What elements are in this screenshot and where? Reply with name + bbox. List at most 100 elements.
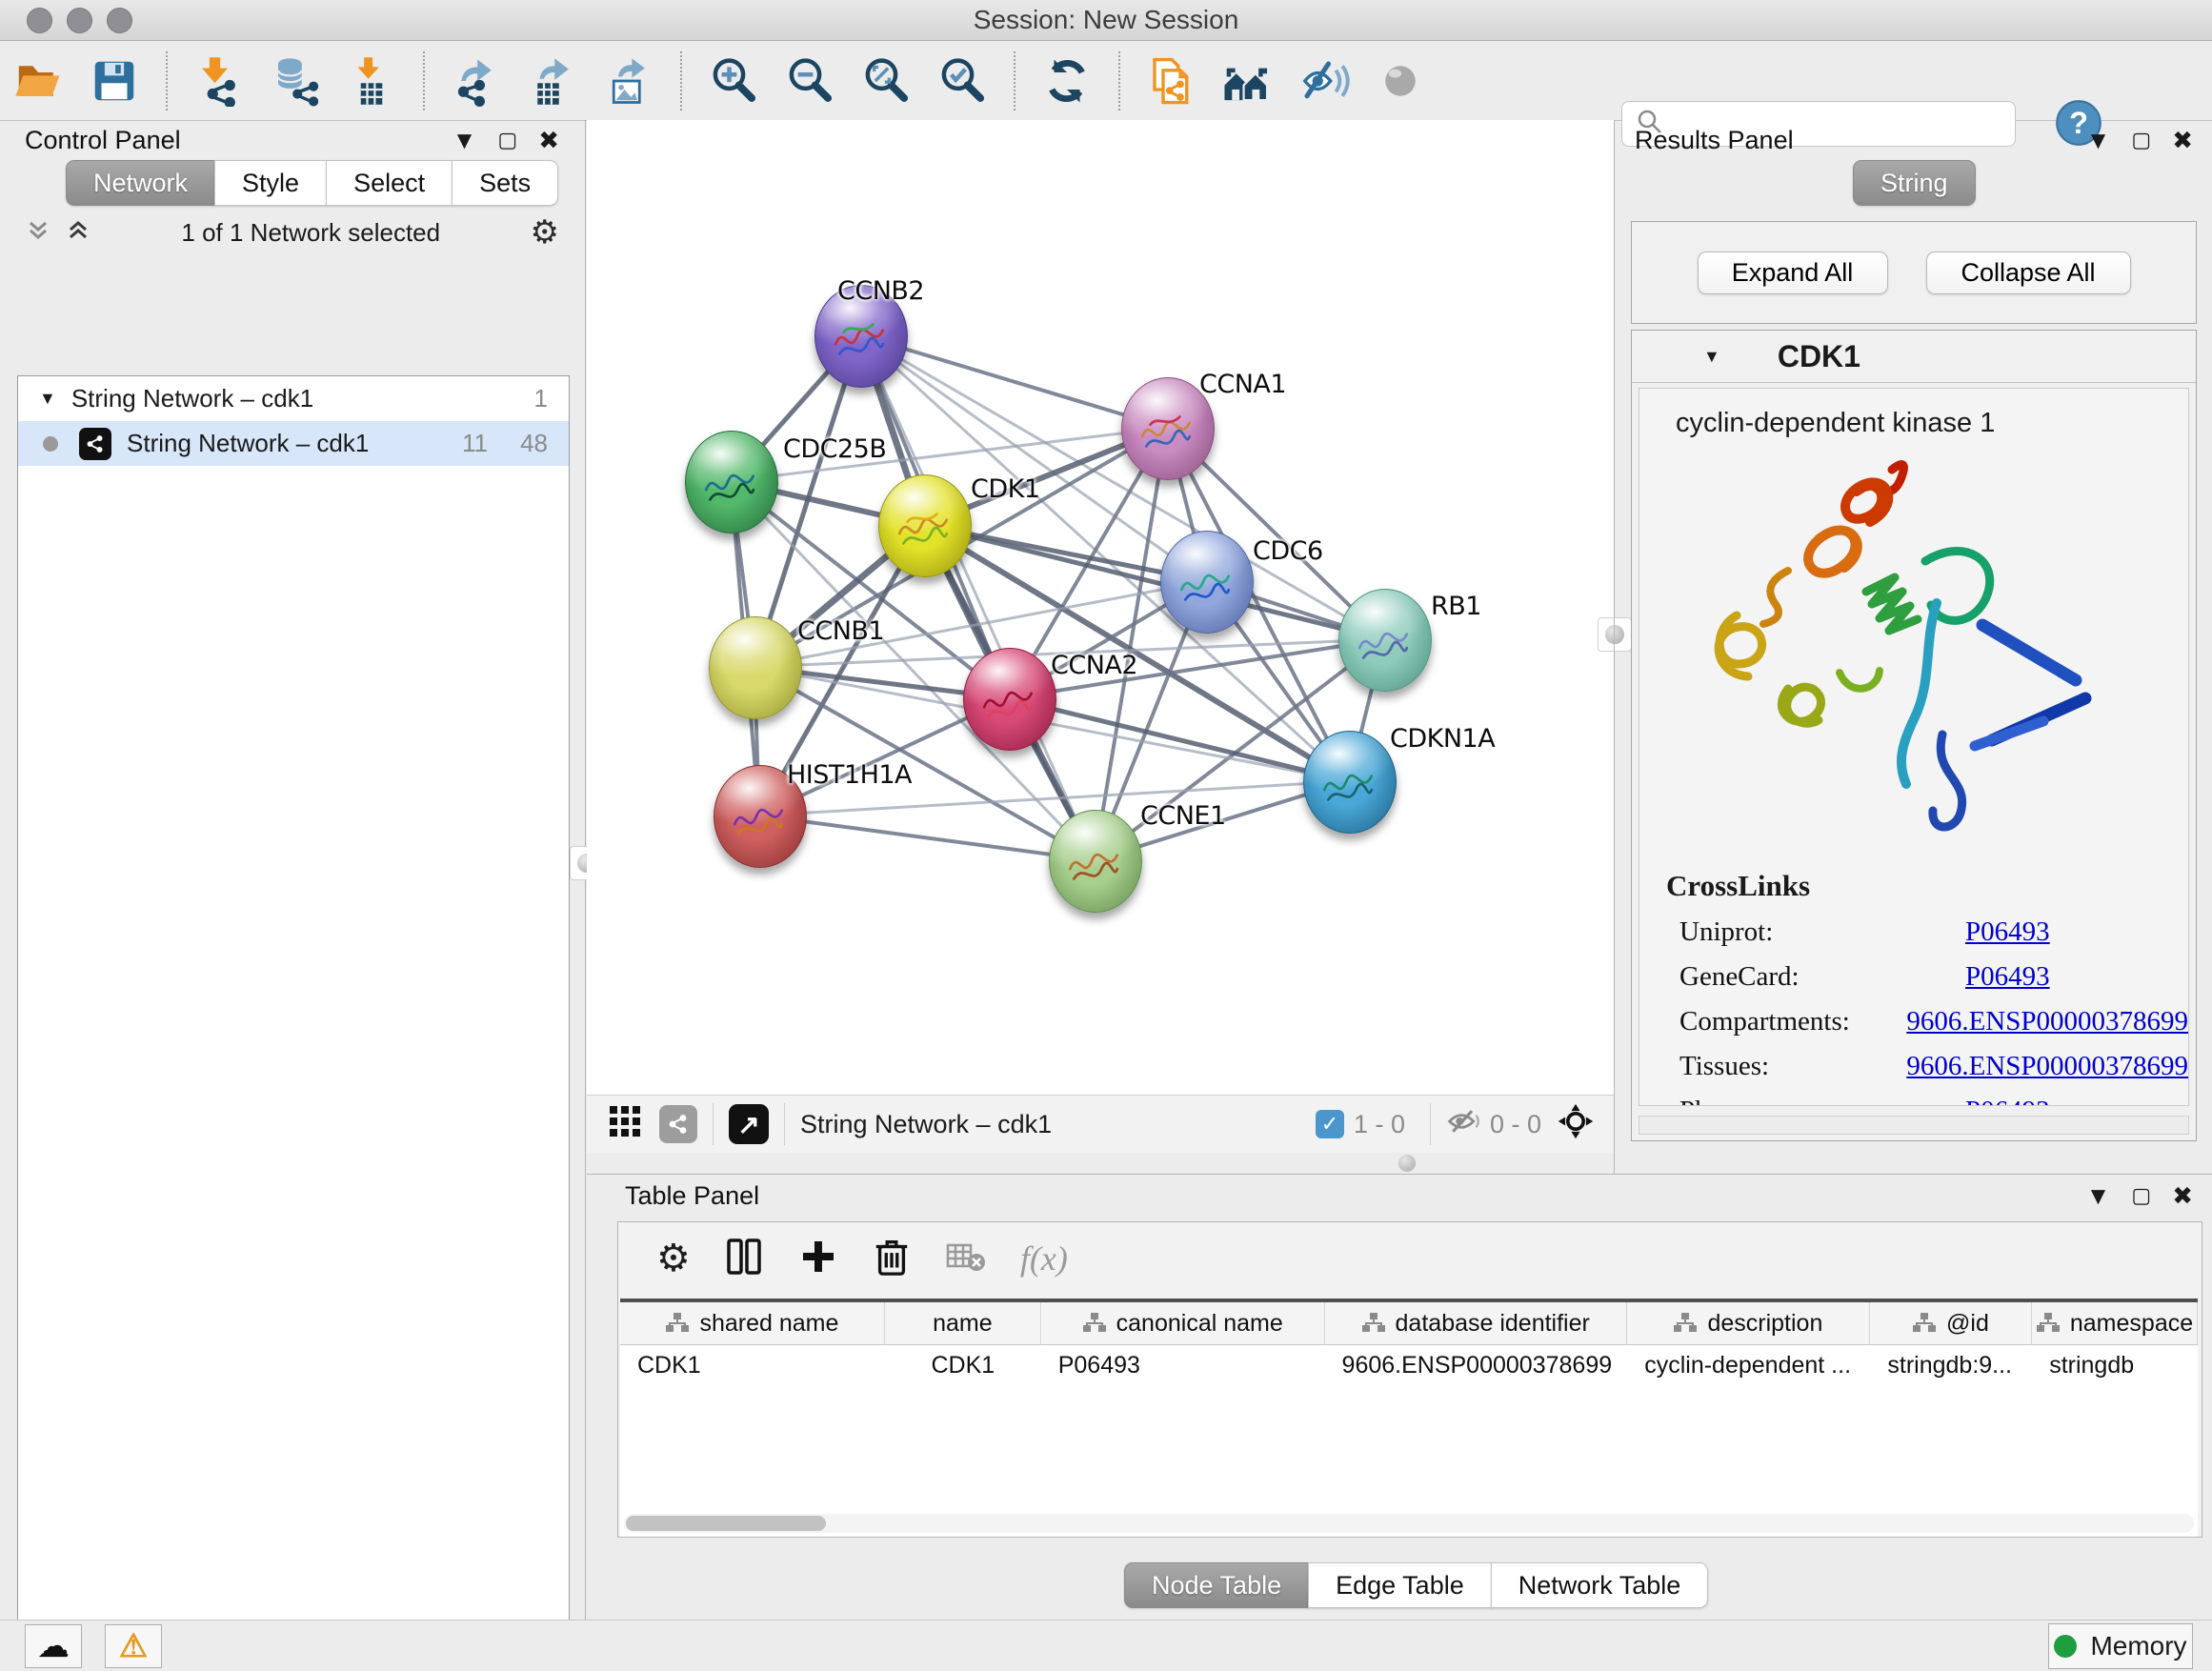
selected-checkbox-icon[interactable]: ✓ <box>1316 1110 1344 1138</box>
splitter-handle[interactable] <box>1398 1155 1416 1172</box>
tab-node-table[interactable]: Node Table <box>1124 1562 1309 1608</box>
panel-menu-icon[interactable]: ▼ <box>2086 1181 2111 1211</box>
show-columns-icon[interactable] <box>723 1236 765 1282</box>
node-CDKN1A[interactable] <box>1303 731 1397 834</box>
column-tree-icon <box>1912 1312 1937 1335</box>
show-all-icon[interactable] <box>1371 51 1430 111</box>
crosslink-link[interactable]: P06493 <box>1965 961 2050 993</box>
column-tree-icon <box>2036 1312 2061 1335</box>
export-table-icon[interactable] <box>523 51 582 111</box>
open-session-icon[interactable] <box>9 51 68 111</box>
panel-close-icon[interactable]: ✖ <box>2172 1181 2193 1211</box>
import-table-icon[interactable] <box>342 51 401 111</box>
expand-all-button[interactable]: Expand All <box>1698 252 1888 294</box>
fit-content-crosshair-icon[interactable] <box>1557 1102 1595 1147</box>
crosslink-link[interactable]: 9606.ENSP00000378699 <box>1906 1051 2188 1082</box>
refresh-icon[interactable] <box>1037 51 1096 111</box>
copy-network-icon[interactable] <box>1142 51 1201 111</box>
first-neighbors-icon[interactable] <box>1218 51 1277 111</box>
column-header--id[interactable]: @id <box>1870 1302 2032 1344</box>
network-options-gear-icon[interactable]: ⚙ <box>531 213 559 252</box>
control-panel-title: Control Panel <box>25 126 181 155</box>
column-header-shared-name[interactable]: shared name <box>620 1302 885 1344</box>
node-CCNE1[interactable] <box>1049 810 1142 913</box>
tab-network-table[interactable]: Network Table <box>1491 1562 1709 1608</box>
zoom-selected-icon[interactable] <box>933 51 992 111</box>
table-hscrollbar[interactable] <box>624 1514 2194 1533</box>
open-in-window-icon[interactable]: ↗ <box>729 1104 769 1144</box>
panel-close-icon[interactable]: ✖ <box>538 126 559 155</box>
node-CDC25B[interactable] <box>685 431 778 534</box>
network-row[interactable]: String Network – cdk1 11 48 <box>18 421 569 466</box>
expand-all-tree-icon[interactable] <box>65 217 91 249</box>
tab-style[interactable]: Style <box>214 160 327 206</box>
table-settings-gear-icon[interactable]: ⚙ <box>656 1237 691 1280</box>
column-tree-icon <box>1082 1312 1107 1335</box>
export-image-icon[interactable] <box>599 51 658 111</box>
node-CDK1[interactable] <box>878 474 972 577</box>
panel-close-icon[interactable]: ✖ <box>2172 126 2193 155</box>
table-hscrollbar-thumb[interactable] <box>626 1516 826 1531</box>
tab-edge-table[interactable]: Edge Table <box>1308 1562 1492 1608</box>
memory-button[interactable]: Memory <box>2048 1623 2193 1669</box>
network-share-icon[interactable] <box>659 1105 697 1143</box>
selected-node-edge-counts: 1 - 0 <box>1354 1110 1405 1139</box>
toolbar-separator <box>1014 51 1016 111</box>
column-header-description[interactable]: description <box>1627 1302 1870 1344</box>
node-label-CCNA1: CCNA1 <box>1199 370 1286 399</box>
network-row-label: String Network – cdk1 <box>127 429 462 458</box>
collapse-all-tree-icon[interactable] <box>25 217 51 249</box>
column-header-namespace[interactable]: namespace <box>2032 1302 2198 1344</box>
table-row[interactable]: CDK1CDK1P064939606.ENSP00000378699cyclin… <box>620 1345 2198 1385</box>
network-type-icon <box>79 428 111 460</box>
node-RB1[interactable] <box>1338 589 1432 692</box>
tab-select[interactable]: Select <box>326 160 452 206</box>
node-CDC6[interactable] <box>1160 531 1254 634</box>
tab-network[interactable]: Network <box>66 160 215 206</box>
zoom-in-icon[interactable] <box>704 51 763 111</box>
network-canvas[interactable]: CCNB2CCNA1CDC25BCDK1CDC6RB1CCNB1CCNA2CDK… <box>587 120 1614 1095</box>
panel-float-icon[interactable]: ▢ <box>2131 1183 2151 1208</box>
network-collection-row[interactable]: ▼ String Network – cdk1 1 <box>18 376 569 421</box>
add-column-icon[interactable] <box>797 1236 839 1282</box>
protein-glyph-CCNA1 <box>1136 403 1196 462</box>
column-tree-icon <box>665 1312 690 1335</box>
horizontal-splitter[interactable] <box>587 1153 1614 1174</box>
import-database-icon[interactable] <box>266 51 325 111</box>
table-header-row: shared name name canonical namedatabase id… <box>620 1302 2198 1345</box>
column-header-name[interactable]: name <box>885 1302 1041 1344</box>
panel-menu-icon[interactable]: ▼ <box>452 126 477 155</box>
panel-float-icon[interactable]: ▢ <box>497 128 517 152</box>
entry-header[interactable]: ▼ CDK1 <box>1632 331 2196 383</box>
zoom-fit-icon[interactable] <box>856 51 915 111</box>
node-CCNB1[interactable] <box>709 616 802 719</box>
birds-eye-grid-icon[interactable] <box>608 1104 642 1145</box>
crosslink-label: Tissues: <box>1679 1051 1906 1082</box>
warnings-button[interactable]: ⚠ <box>105 1624 162 1668</box>
window-title: Session: New Session <box>0 0 2212 40</box>
panel-menu-icon[interactable]: ▼ <box>2086 126 2111 155</box>
node-CCNA2[interactable] <box>963 648 1056 751</box>
export-network-icon[interactable] <box>447 51 506 111</box>
tab-sets[interactable]: Sets <box>452 160 558 206</box>
crosslink-label: Pharos: <box>1679 1096 1965 1106</box>
delete-column-trash-icon[interactable] <box>872 1236 912 1282</box>
crosslink-link[interactable]: P06493 <box>1965 916 2050 948</box>
collapse-all-button[interactable]: Collapse All <box>1926 252 2131 294</box>
column-header-canonical-name[interactable]: canonical name <box>1041 1302 1325 1344</box>
column-header-label: name <box>933 1310 993 1338</box>
column-header-database-identifier[interactable]: database identifier <box>1325 1302 1627 1344</box>
collection-expand-icon[interactable]: ▼ <box>39 389 56 409</box>
results-scrollbar[interactable] <box>1639 1116 2189 1135</box>
crosslink-link[interactable]: 9606.ENSP00000378699 <box>1906 1006 2188 1037</box>
save-session-icon[interactable] <box>85 51 144 111</box>
crosslink-link[interactable]: P06493 <box>1965 1096 2050 1106</box>
zoom-out-icon[interactable] <box>780 51 839 111</box>
protein-glyph-CCNE1 <box>1064 836 1123 895</box>
panel-float-icon[interactable]: ▢ <box>2131 128 2151 152</box>
cloud-button[interactable]: ☁ <box>25 1624 82 1668</box>
tab-string[interactable]: String <box>1853 160 1976 206</box>
entry-collapse-icon[interactable]: ▼ <box>1703 347 1720 367</box>
hide-selected-icon[interactable] <box>1295 51 1354 111</box>
import-network-icon[interactable] <box>190 51 249 111</box>
